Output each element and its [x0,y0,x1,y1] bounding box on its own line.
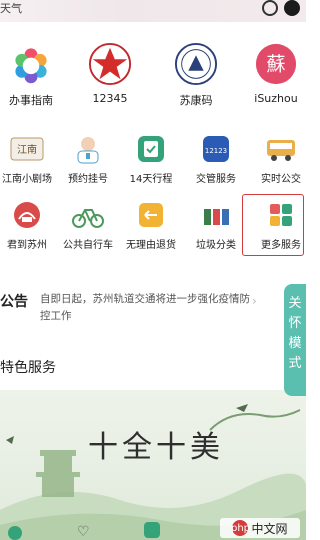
itinerary-icon [135,134,167,164]
service-realtime-bus[interactable]: 实时公交 [250,134,312,185]
traffic-12123-icon: 12123 [200,134,232,164]
svg-text:蘇: 蘇 [266,53,285,76]
su-character-icon: 蘇 [254,42,298,86]
service-traffic[interactable]: 12123 交管服务 [185,134,247,185]
notice-text[interactable]: 自即日起，苏州轨道交通将进一步强化疫情防控工作 [40,291,250,325]
notice-title: 公告 [0,294,28,310]
care-mode-card[interactable]: 关 怀 模 式 [284,284,306,396]
service-public-bike[interactable]: 公共自行车 [57,200,119,251]
service-label: 公共自行车 [63,240,113,251]
service-12345[interactable]: 12345 [79,42,141,105]
service-label: 办事指南 [9,94,53,107]
service-label: 14天行程 [129,174,173,185]
svg-text:江南: 江南 [17,143,37,156]
service-label: 君到苏州 [7,240,47,251]
care-mode-char: 模 [288,336,302,351]
service-jun-dao-suzhou[interactable]: 君到苏州 [0,200,58,251]
watermark: php 中文网 [220,518,300,538]
service-row-2: 江南 江南小剧场 预约挂号 14天行程 12123 交管服务 实时公交 [0,134,306,185]
care-mode-char: 怀 [288,316,302,331]
doctor-icon [70,134,106,164]
chevron-right-icon: › [252,294,257,308]
service-isuzhou[interactable]: 蘇 iSuzhou [245,42,307,105]
status-icons [262,0,300,16]
round-seal-icon [174,42,218,86]
service-14day-trip[interactable]: 14天行程 [120,134,182,185]
service-label: iSuzhou [254,92,298,105]
service-label: 交管服务 [196,174,236,185]
garbage-sort-icon [200,200,232,230]
profile-icon[interactable] [284,0,300,16]
suzhou-tour-icon [11,200,43,230]
care-mode-char: 式 [288,356,302,371]
status-bar-weather: 天气 [0,2,22,15]
bus-icon [263,134,299,164]
service-garbage-sort[interactable]: 垃圾分类 [185,200,247,251]
service-label: 垃圾分类 [196,240,236,251]
status-bar [0,0,306,22]
watermark-text: 中文网 [251,521,288,536]
service-jiangnan-theater[interactable]: 江南 江南小剧场 [0,134,58,185]
banner-title: 十全十美 [88,430,224,465]
scan-icon[interactable] [144,522,160,538]
bicycle-icon [70,200,106,230]
service-label: 苏康码 [179,94,213,107]
service-label: 12345 [92,92,128,105]
red-star-emblem-icon [88,42,132,86]
service-label: 无理由退货 [126,240,176,251]
heart-icon[interactable]: ♡ [77,524,90,540]
theater-icon: 江南 [9,134,45,164]
highlight-box [242,194,304,256]
php-logo-icon: php [231,520,250,536]
service-banshi-zhinan[interactable]: 办事指南 [0,42,62,108]
service-appointment[interactable]: 预约挂号 [57,134,119,185]
care-mode-char: 关 [288,296,302,311]
return-goods-icon [135,200,167,230]
colorful-ring-logo-icon [9,42,53,86]
section-title: 特色服务 [0,360,56,376]
service-no-reason-return[interactable]: 无理由退货 [120,200,182,251]
circle-icon [262,0,278,16]
service-row-1: 办事指南 12345 苏康码 蘇 iSuzhou [0,42,306,112]
service-label: 预约挂号 [68,174,108,185]
svg-text:12123: 12123 [205,147,227,155]
service-label: 实时公交 [261,174,301,185]
home-icon[interactable] [8,526,22,540]
service-label: 江南小剧场 [2,174,52,185]
service-sukangma[interactable]: 苏康码 [165,42,227,108]
